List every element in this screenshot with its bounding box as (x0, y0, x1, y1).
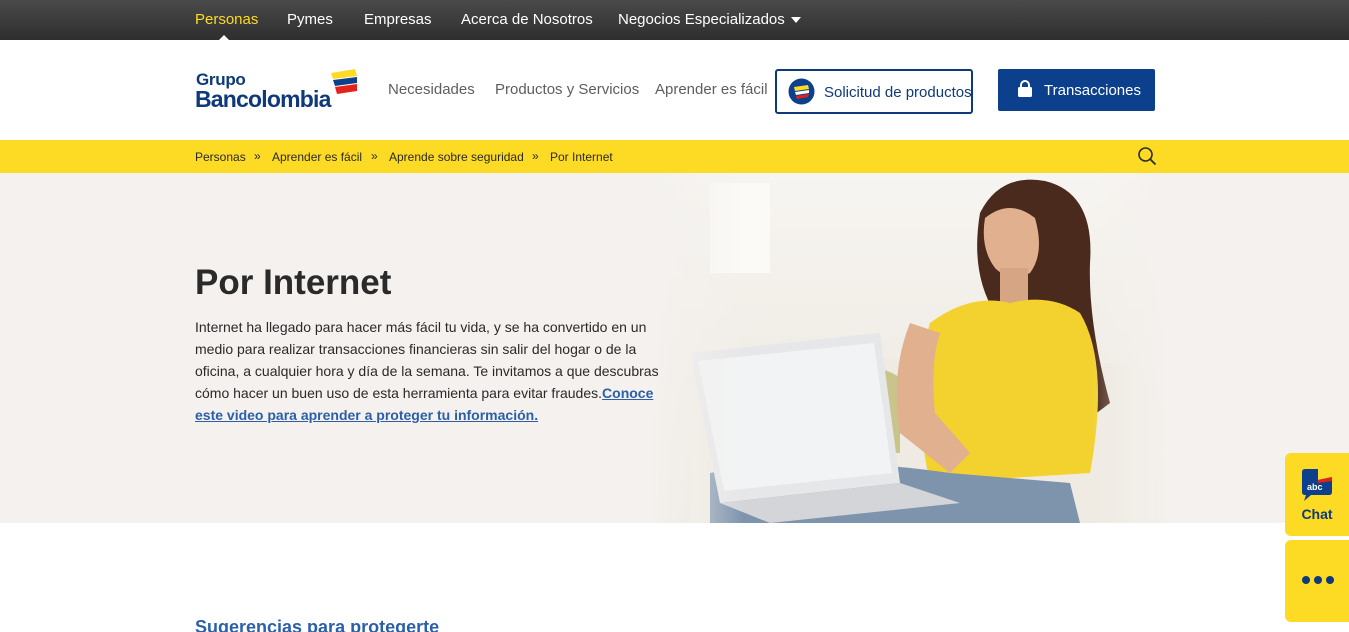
chat-label: Chat (1301, 506, 1333, 522)
more-options-button[interactable] (1285, 540, 1349, 622)
page: Personas Pymes Empresas Acerca de Nosotr… (0, 0, 1349, 632)
chat-bubble-icon: abc (1302, 469, 1332, 501)
section-heading: Sugerencias para protegerte (195, 617, 440, 632)
breadcrumb-separator: » (532, 149, 539, 163)
nav-necesidades[interactable]: Necesidades (388, 81, 475, 98)
topnav-negocios-label: Negocios Especializados (618, 11, 785, 28)
breadcrumb-seguridad[interactable]: Aprende sobre seguridad (389, 150, 524, 164)
bancolombia-flag-icon (331, 69, 357, 94)
breadcrumb-current: Por Internet (550, 150, 613, 164)
product-request-icon (788, 78, 815, 105)
breadcrumb-aprender[interactable]: Aprender es fácil (272, 150, 362, 164)
chat-badge-text: abc (1307, 482, 1323, 492)
bancolombia-logo[interactable]: Grupo Bancolombia (195, 68, 365, 114)
topnav-negocios-especializados[interactable]: Negocios Especializados (618, 0, 801, 40)
chat-widget-button[interactable]: abc Chat (1285, 453, 1349, 536)
breadcrumb-personas[interactable]: Personas (195, 150, 246, 164)
topnav-acerca[interactable]: Acerca de Nosotros (461, 0, 593, 40)
hero-body-text: Internet ha llegado para hacer más fácil… (195, 319, 659, 401)
transacciones-button-label: Transacciones (1044, 82, 1141, 99)
logo-text-bancolombia: Bancolombia (195, 86, 331, 112)
topnav-empresas[interactable]: Empresas (364, 0, 432, 40)
breadcrumb: Personas » Aprender es fácil » Aprende s… (0, 140, 1349, 173)
nav-aprender-es-facil[interactable]: Aprender es fácil (655, 81, 768, 98)
woman-with-laptop-image (650, 173, 1170, 523)
top-navigation-bar: Personas Pymes Empresas Acerca de Nosotr… (0, 0, 1349, 40)
topnav-personas[interactable]: Personas (195, 0, 258, 40)
chevron-down-icon (790, 17, 801, 24)
topnav-pymes[interactable]: Pymes (287, 0, 333, 40)
breadcrumb-separator: » (254, 149, 261, 163)
hero-banner: Por Internet Internet ha llegado para ha… (0, 173, 1349, 523)
lock-icon (1018, 80, 1032, 97)
solicitud-productos-button[interactable]: Solicitud de productos (775, 69, 973, 114)
search-icon[interactable] (1137, 146, 1157, 166)
transacciones-button[interactable]: Transacciones (998, 69, 1155, 111)
nav-productos-servicios[interactable]: Productos y Servicios (495, 81, 639, 98)
more-dots-icon (1302, 576, 1334, 584)
site-header: Grupo Bancolombia Necesidades Productos … (0, 40, 1349, 140)
page-title: Por Internet (195, 263, 392, 302)
solicitud-button-label: Solicitud de productos (824, 84, 972, 101)
hero-description: Internet ha llegado para hacer más fácil… (195, 316, 665, 426)
breadcrumb-separator: » (371, 149, 378, 163)
